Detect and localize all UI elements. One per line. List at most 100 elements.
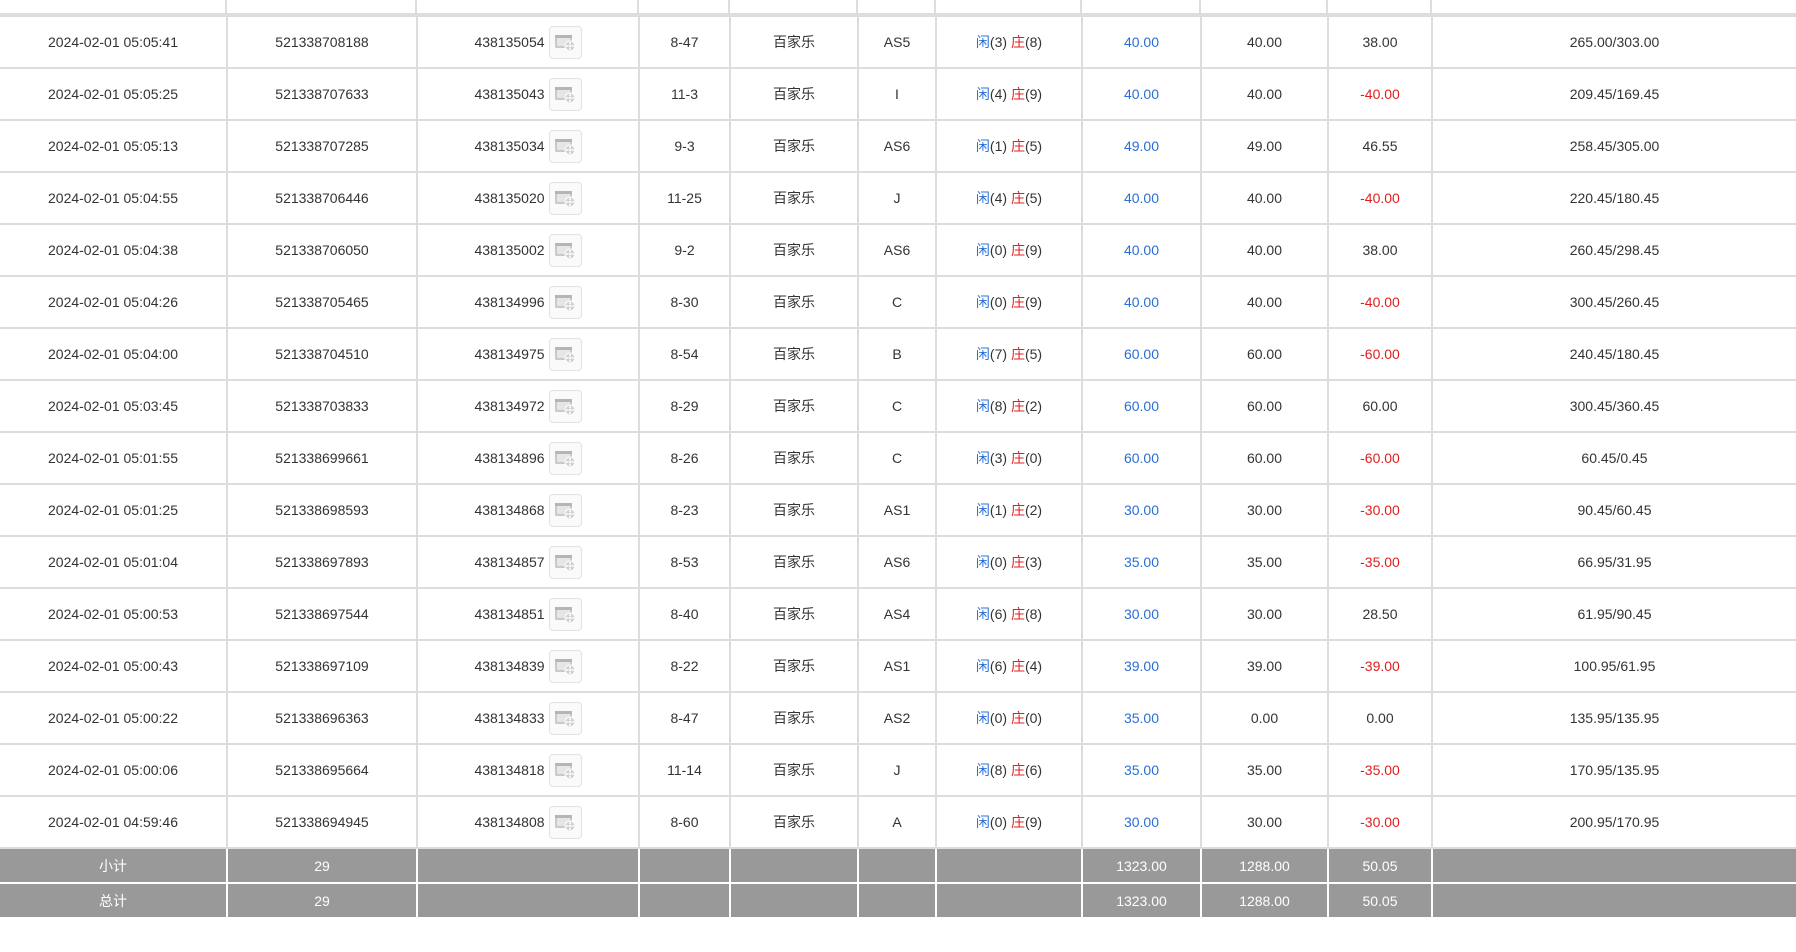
video-record-icon[interactable] — [548, 441, 582, 475]
table-row: 2024-02-01 05:04:38 521338706050 4381350… — [0, 223, 1796, 277]
bet-amount[interactable]: 30.00 — [1081, 795, 1202, 849]
bet-amount[interactable]: 35.00 — [1081, 535, 1202, 589]
banker-label: 庄 — [1010, 606, 1025, 622]
bet-amount[interactable]: 40.00 — [1081, 171, 1202, 225]
game-name: 百家乐 — [729, 639, 859, 693]
win-loss: -30.00 — [1327, 795, 1433, 849]
player-label: 闲 — [975, 658, 990, 674]
bet-amount[interactable]: 30.00 — [1081, 587, 1202, 641]
game-name: 百家乐 — [729, 15, 859, 69]
video-record-icon[interactable] — [548, 389, 582, 423]
banker-label: 庄 — [1010, 710, 1025, 726]
bet-amount[interactable]: 60.00 — [1081, 379, 1202, 433]
game-result: 闲(0) 庄(9) — [935, 223, 1083, 277]
bet-id: 521338698593 — [226, 483, 418, 537]
ticket-number: 438135054 — [474, 34, 545, 50]
player-label: 闲 — [975, 242, 990, 258]
player-label: 闲 — [975, 138, 990, 154]
bet-amount[interactable]: 60.00 — [1081, 327, 1202, 381]
table-name: AS6 — [857, 223, 937, 277]
banker-score: (2) — [1024, 398, 1043, 414]
table-row: 2024-02-01 05:00:22 521338696363 4381348… — [0, 691, 1796, 745]
win-loss: 38.00 — [1327, 223, 1433, 277]
video-record-icon[interactable] — [548, 285, 582, 319]
video-record-icon[interactable] — [548, 753, 582, 787]
ticket-number: 438134996 — [474, 294, 545, 310]
game-result: 闲(0) 庄(9) — [935, 275, 1083, 329]
round-number: 8-22 — [638, 639, 731, 693]
balance-before-after: 90.45/60.45 — [1431, 483, 1796, 537]
video-record-icon[interactable] — [548, 701, 582, 735]
game-result: 闲(1) 庄(2) — [935, 483, 1083, 537]
bet-amount[interactable]: 49.00 — [1081, 119, 1202, 173]
bet-amount[interactable]: 60.00 — [1081, 431, 1202, 485]
bet-id: 521338696363 — [226, 691, 418, 745]
banker-score: (0) — [1024, 450, 1043, 466]
video-record-icon[interactable] — [548, 129, 582, 163]
ticket-number: 438134972 — [474, 398, 545, 414]
table-row: 2024-02-01 05:01:55 521338699661 4381348… — [0, 431, 1796, 485]
banker-label: 庄 — [1010, 34, 1025, 50]
bet-amount[interactable]: 40.00 — [1081, 15, 1202, 69]
game-result: 闲(4) 庄(9) — [935, 67, 1083, 121]
banker-score: (8) — [1024, 606, 1043, 622]
balance-before-after: 209.45/169.45 — [1431, 67, 1796, 121]
win-loss: 0.00 — [1327, 691, 1433, 745]
bet-id: 521338706050 — [226, 223, 418, 277]
video-record-icon[interactable] — [548, 805, 582, 839]
bet-amount[interactable]: 40.00 — [1081, 275, 1202, 329]
game-name: 百家乐 — [729, 483, 859, 537]
player-label: 闲 — [975, 554, 990, 570]
ticket-number: 438134839 — [474, 658, 545, 674]
video-record-icon[interactable] — [548, 233, 582, 267]
ticket-number: 438135043 — [474, 86, 545, 102]
bet-id: 521338697893 — [226, 535, 418, 589]
video-record-icon[interactable] — [548, 493, 582, 527]
bet-amount[interactable]: 35.00 — [1081, 743, 1202, 797]
banker-label: 庄 — [1010, 346, 1025, 362]
valid-bet: 0.00 — [1200, 691, 1329, 745]
banker-label: 庄 — [1010, 294, 1025, 310]
player-score: (1) — [989, 502, 1008, 518]
bet-records-page: 2024-02-01 05:05:41 521338708188 4381350… — [0, 0, 1796, 952]
bet-time: 2024-02-01 05:00:53 — [0, 587, 228, 641]
video-record-icon[interactable] — [548, 25, 582, 59]
video-record-icon[interactable] — [548, 649, 582, 683]
bet-amount[interactable]: 40.00 — [1081, 223, 1202, 277]
bet-amount[interactable]: 35.00 — [1081, 691, 1202, 745]
video-record-icon[interactable] — [548, 597, 582, 631]
game-name: 百家乐 — [729, 119, 859, 173]
round-number: 8-60 — [638, 795, 731, 849]
grand-total-count: 29 — [226, 882, 418, 919]
video-record-icon[interactable] — [548, 181, 582, 215]
game-name: 百家乐 — [729, 223, 859, 277]
round-number: 8-54 — [638, 327, 731, 381]
ticket-cell: 438135054 — [416, 15, 640, 69]
banker-score: (6) — [1024, 762, 1043, 778]
win-loss: 28.50 — [1327, 587, 1433, 641]
game-name: 百家乐 — [729, 171, 859, 225]
valid-bet: 60.00 — [1200, 431, 1329, 485]
win-loss: 46.55 — [1327, 119, 1433, 173]
video-record-icon[interactable] — [548, 545, 582, 579]
round-number: 8-30 — [638, 275, 731, 329]
bet-amount[interactable]: 30.00 — [1081, 483, 1202, 537]
banker-label: 庄 — [1010, 554, 1025, 570]
subtotal-winloss: 50.05 — [1327, 847, 1433, 884]
bet-id: 521338703833 — [226, 379, 418, 433]
bet-amount[interactable]: 40.00 — [1081, 67, 1202, 121]
ticket-number: 438134851 — [474, 606, 545, 622]
table-name: AS2 — [857, 691, 937, 745]
banker-score: (9) — [1024, 242, 1043, 258]
table-top-strip — [0, 0, 1796, 15]
bet-id: 521338694945 — [226, 795, 418, 849]
video-record-icon[interactable] — [548, 77, 582, 111]
balance-before-after: 265.00/303.00 — [1431, 15, 1796, 69]
bet-amount[interactable]: 39.00 — [1081, 639, 1202, 693]
table-name: I — [857, 67, 937, 121]
win-loss: -40.00 — [1327, 171, 1433, 225]
game-result: 闲(3) 庄(0) — [935, 431, 1083, 485]
player-label: 闲 — [975, 86, 990, 102]
video-record-icon[interactable] — [548, 337, 582, 371]
ticket-cell: 438134851 — [416, 587, 640, 641]
